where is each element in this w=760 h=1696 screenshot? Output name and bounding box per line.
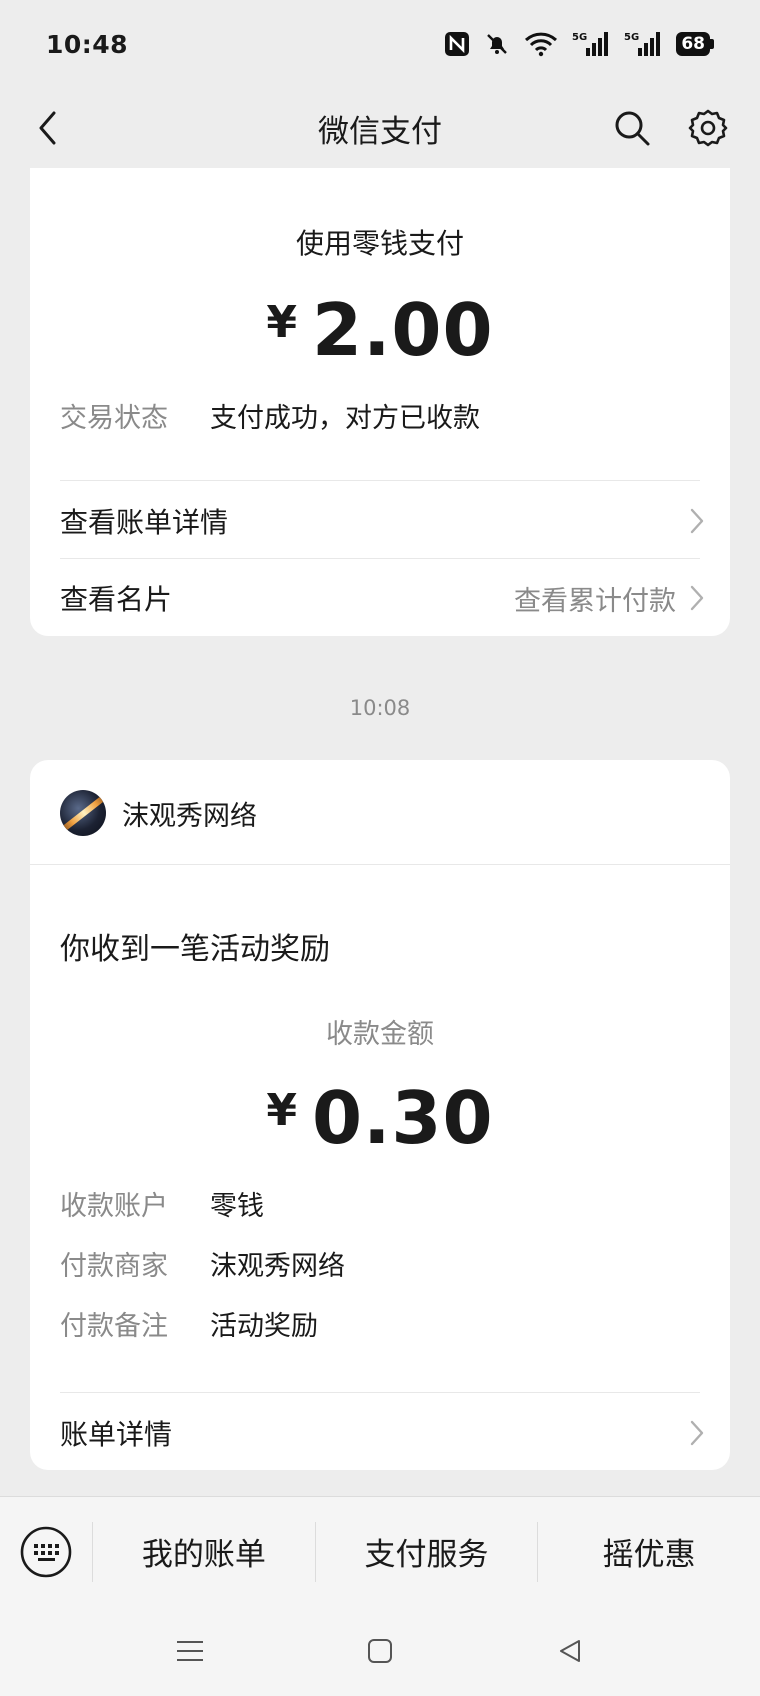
view-cumulative-payment-link[interactable]: 查看累计付款	[514, 579, 704, 618]
divider	[30, 864, 730, 865]
payment-card: 使用零钱支付 ¥2.00 交易状态 支付成功，对方已收款 查看账单详情 查看名片…	[30, 168, 730, 636]
svg-text:5G: 5G	[624, 32, 639, 43]
menu-my-bills[interactable]: 我的账单	[92, 1521, 315, 1582]
settings-button[interactable]	[684, 104, 732, 152]
wifi-icon	[525, 32, 558, 57]
recent-apps-button[interactable]	[170, 1631, 210, 1671]
merchant-name: 沫观秀网络	[122, 800, 257, 832]
bell-muted-icon	[487, 34, 508, 54]
view-cumulative-payment-label: 查看累计付款	[514, 585, 676, 617]
menu-payment-services[interactable]: 支付服务	[314, 1521, 538, 1582]
currency-symbol: ¥	[266, 297, 298, 348]
reward-amount: ¥0.30	[30, 1076, 730, 1160]
payment-note-row: 付款备注 活动奖励	[60, 1304, 318, 1343]
receiving-account-key: 收款账户	[60, 1191, 168, 1222]
bill-detail-row[interactable]: 账单详情	[60, 1401, 704, 1465]
transaction-status-row: 交易状态 支付成功，对方已收款	[60, 396, 480, 435]
keyboard-toggle-button[interactable]	[0, 1497, 92, 1606]
search-button[interactable]	[608, 104, 656, 152]
merchant-logo	[60, 790, 106, 836]
view-bill-detail-row[interactable]: 查看账单详情	[60, 489, 704, 553]
reward-title: 你收到一笔活动奖励	[60, 932, 330, 967]
paying-merchant-row: 付款商家 沫观秀网络	[60, 1244, 345, 1283]
battery-level: 68	[676, 32, 710, 56]
keyboard-icon	[20, 1526, 72, 1577]
payment-note-key: 付款备注	[60, 1311, 168, 1342]
divider	[60, 558, 700, 559]
paying-merchant-value: 沫观秀网络	[210, 1251, 345, 1282]
home-button[interactable]	[360, 1631, 400, 1671]
payment-amount-value: 2.00	[311, 288, 494, 372]
payment-note-value: 活动奖励	[210, 1311, 318, 1342]
page-title: 微信支付	[318, 113, 442, 150]
payment-amount: ¥2.00	[30, 288, 730, 372]
view-bill-detail-label: 查看账单详情	[60, 506, 229, 539]
back-icon	[39, 111, 56, 145]
menu-shake-discounts[interactable]: 摇优惠	[537, 1521, 760, 1582]
triangle-back-icon	[560, 1640, 580, 1662]
chevron-right-icon	[690, 508, 704, 534]
signal-5g-icon: 5G	[572, 32, 609, 56]
home-square-icon	[368, 1639, 392, 1663]
search-icon	[615, 111, 650, 146]
svg-text:5G: 5G	[572, 32, 587, 43]
transaction-status-value: 支付成功，对方已收款	[210, 403, 480, 434]
view-card-row[interactable]: 查看名片 查看累计付款	[60, 566, 704, 630]
payment-method-label: 使用零钱支付	[295, 227, 464, 260]
battery-tip	[710, 39, 714, 49]
signal-5g-icon: 5G	[624, 32, 661, 56]
nfc-icon	[445, 32, 470, 56]
divider	[60, 1392, 700, 1393]
bottom-menu: 我的账单 支付服务 摇优惠	[0, 1496, 760, 1606]
merchant-header[interactable]: 沫观秀网络	[60, 790, 257, 836]
system-nav-bar	[0, 1606, 760, 1696]
chevron-right-icon	[690, 585, 704, 611]
reward-card[interactable]: 沫观秀网络 你收到一笔活动奖励 收款金额 ¥0.30 收款账户 零钱 付款商家 …	[30, 760, 730, 1470]
nav-bar: 微信支付	[0, 88, 760, 168]
amount-label: 收款金额	[326, 1019, 434, 1050]
receiving-account-value: 零钱	[210, 1191, 264, 1222]
system-back-button[interactable]	[550, 1631, 590, 1671]
currency-symbol: ¥	[266, 1085, 298, 1136]
back-button[interactable]	[26, 106, 70, 150]
divider	[60, 480, 700, 481]
chevron-right-icon	[690, 1420, 704, 1446]
receiving-account-row: 收款账户 零钱	[60, 1184, 264, 1223]
gear-icon	[688, 109, 728, 147]
bill-detail-label: 账单详情	[60, 1418, 173, 1451]
reward-amount-value: 0.30	[311, 1076, 494, 1160]
view-card-label: 查看名片	[60, 583, 173, 616]
battery-indicator: 68	[676, 32, 714, 56]
message-timestamp: 10:08	[349, 696, 411, 720]
status-icons: 5G 5G 68	[444, 30, 714, 58]
menu-icon	[177, 1641, 203, 1661]
status-bar: 10:48 5G 5G 68	[0, 0, 760, 88]
status-time: 10:48	[46, 29, 129, 59]
transaction-status-key: 交易状态	[60, 403, 168, 434]
paying-merchant-key: 付款商家	[60, 1251, 168, 1282]
